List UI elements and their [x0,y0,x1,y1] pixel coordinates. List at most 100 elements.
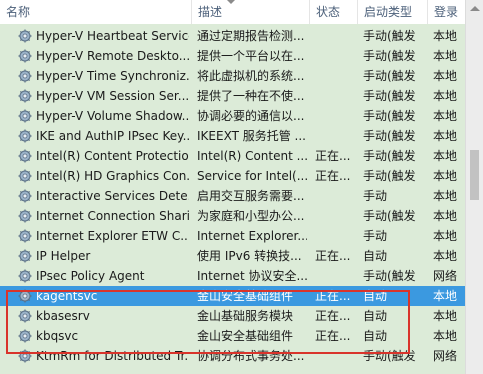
scroll-up-icon[interactable] [470,6,480,11]
service-name: kbqsvc [36,329,79,343]
service-startup-type: 自动 [363,249,388,263]
service-row[interactable]: Intel(R) HD Graphics Con... Service for I… [0,166,465,186]
column-header-status[interactable]: 状态 [309,0,357,24]
service-status: 正在... [315,289,351,303]
service-startup-type: 手动(触发 [363,29,416,43]
column-header-startup-type[interactable]: 启动类型 [357,0,427,24]
service-startup-type: 手动(触发 [363,69,416,83]
service-logon-as: 本地 [433,69,458,83]
service-startup-type: 手动(触发 [363,149,416,163]
vertical-scrollbar[interactable] [465,0,483,374]
service-row[interactable]: kbqsvc 金山安全基础组件 正在... 自动 本地 [0,326,465,346]
column-header-description[interactable]: 描述 [191,0,309,24]
service-row[interactable]: Hyper-V Volume Shadow... 协调必要的通信以... 手动(触发… [0,106,465,126]
gear-icon [18,229,32,243]
column-header-startup-type-label: 启动类型 [364,5,413,19]
gear-icon [18,169,32,183]
service-status [315,346,355,366]
service-row[interactable]: kbasesrv 金山基础服务模块 正在... 自动 本地 [0,306,465,326]
service-logon-as: 本地 [433,289,458,303]
service-status [315,106,355,126]
service-row[interactable]: IPsec Policy Agent Internet 协议安全... 手动(触发 网… [0,266,465,286]
scrollbar-thumb[interactable] [470,150,479,200]
column-header-name[interactable]: 名称 [0,0,191,24]
service-status [315,86,355,106]
service-logon-as: 本地 [433,229,458,243]
service-row[interactable]: kagentsvc 金山安全基础组件 正在... 自动 本地 [0,286,465,306]
service-description: 金山安全基础组件 [197,329,294,343]
service-description: Internet Explorer... [197,229,307,243]
service-row[interactable]: Hyper-V Time Synchroniz... 将此虚拟机的系统... 手动(… [0,66,465,86]
service-status [315,46,355,66]
service-name: Intel(R) Content Protectio... [36,149,189,163]
gear-icon [18,189,32,203]
service-name: Hyper-V Remote Deskto... [36,49,189,63]
service-logon-as: 本地 [433,249,458,263]
service-name: Hyper-V Time Synchroniz... [36,69,189,83]
service-startup-type: 手动(触发 [363,129,416,143]
service-status: 正在... [315,329,351,343]
service-startup-type: 自动 [363,289,388,303]
service-name: Interactive Services Dete... [36,189,189,203]
service-logon-as: 本地 [433,49,458,63]
service-startup-type: 手动(触发 [363,49,416,63]
service-row[interactable]: Hyper-V Remote Deskto... 提供一个平台以在... 手动(触发… [0,46,465,66]
service-name: KtmRm for Distributed Tr... [36,349,189,363]
gear-icon [18,109,32,123]
service-logon-as: 本地 [433,309,458,323]
service-row[interactable]: Hyper-V VM Session Ser... 提供了一种在不使... 手动(触… [0,86,465,106]
service-description: 通过定期报告检测... [197,29,305,43]
service-startup-type: 手动(触发 [363,209,416,223]
gear-icon [18,129,32,143]
column-header-bar: 名称 描述 状态 启动类型 登录 [0,0,465,25]
service-status: 正在... [315,169,351,183]
service-description: 协调必要的通信以... [197,109,305,123]
service-logon-as: 本地 [433,109,458,123]
column-header-description-label: 描述 [198,5,223,19]
service-name: IKE and AuthIP IPsec Key... [36,129,189,143]
service-name: kbasesrv [36,309,90,323]
service-description: Intel(R) Content ... [197,149,307,163]
service-description: 提供了一种在不使... [197,89,305,103]
gear-icon [18,209,32,223]
service-name: Hyper-V Heartbeat Service [36,29,189,43]
service-description: 提供一个平台以在... [197,49,305,63]
service-description: Service for Intel(... [197,169,307,183]
service-name: kagentsvc [36,289,98,303]
service-row[interactable]: Intel(R) Content Protectio... Intel(R) Co… [0,146,465,166]
service-status [315,186,355,206]
service-row[interactable]: IP Helper 使用 IPv6 转换技... 正在... 自动 本地 [0,246,465,266]
service-startup-type: 自动 [363,329,388,343]
service-status: 正在... [315,309,351,323]
service-logon-as: 本地 [433,209,458,223]
service-description: 启用交互服务需要... [197,189,305,203]
service-name: IP Helper [36,249,91,263]
service-logon-as: 本地 [433,29,458,43]
service-status [315,126,355,146]
gear-icon [18,269,32,283]
service-row[interactable]: Internet Explorer ETW C... Internet Explo… [0,226,465,246]
service-logon-as: 本地 [433,189,458,203]
service-startup-type: 手动(触发 [363,269,416,283]
service-status: 正在... [315,149,351,163]
service-row[interactable]: Internet Connection Shari... 为家庭和小型办公... 手… [0,206,465,226]
service-status [315,206,355,226]
service-row[interactable]: Interactive Services Dete... 启用交互服务需要... 手… [0,186,465,206]
service-description: 为家庭和小型办公... [197,209,305,223]
column-header-logon-as-label: 登录 [434,5,459,19]
column-header-name-label: 名称 [6,5,31,19]
gear-icon [18,49,32,63]
gear-icon [18,29,32,43]
service-row[interactable]: IKE and AuthIP IPsec Key... IKEEXT 服务托管 .… [0,126,465,146]
service-row[interactable]: KtmRm for Distributed Tr... 协调分布式事务处... 手动… [0,346,465,366]
service-logon-as: 本地 [433,89,458,103]
service-description: IKEEXT 服务托管 ... [197,129,306,143]
service-status [315,26,355,46]
service-name: Hyper-V Volume Shadow... [36,109,189,123]
service-startup-type: 自动 [363,309,388,323]
service-logon-as: 网络 [433,349,458,363]
service-description: 金山安全基础组件 [197,289,294,303]
service-row[interactable]: Hyper-V Heartbeat Service 通过定期报告检测... 手动(触… [0,26,465,46]
column-header-logon-as[interactable]: 登录 [427,0,465,24]
service-startup-type: 手动 [363,189,388,203]
